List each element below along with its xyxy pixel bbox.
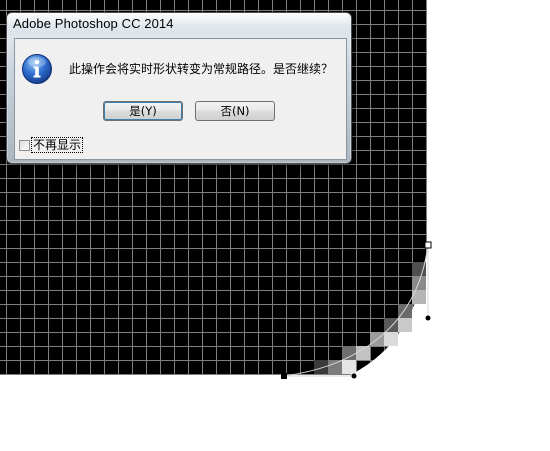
dialog-message: 此操作会将实时形状转变为常规路径。是否继续？ xyxy=(69,62,334,76)
dialog-client-area: 此操作会将实时形状转变为常规路径。是否继续？ 是(Y) 否(N) 不再显示 xyxy=(14,38,347,160)
path-anchor-point-bottom[interactable] xyxy=(281,373,287,379)
yes-button[interactable]: 是(Y) xyxy=(103,101,183,121)
dont-show-again-option[interactable]: 不再显示 xyxy=(19,137,84,153)
bezier-handle-point[interactable] xyxy=(425,315,431,321)
confirm-dialog: Adobe Photoshop CC 2014 此操作会将实时形状转变为常规路径… xyxy=(6,12,352,164)
dialog-title: Adobe Photoshop CC 2014 xyxy=(13,16,174,31)
dont-show-again-checkbox[interactable] xyxy=(19,139,30,151)
no-button[interactable]: 否(N) xyxy=(195,101,275,121)
info-icon xyxy=(22,54,52,84)
path-anchor-point[interactable] xyxy=(424,241,432,249)
dialog-titlebar[interactable]: Adobe Photoshop CC 2014 xyxy=(7,13,351,35)
bezier-handle-point-2[interactable] xyxy=(351,373,357,379)
dont-show-again-label[interactable]: 不再显示 xyxy=(30,137,84,153)
